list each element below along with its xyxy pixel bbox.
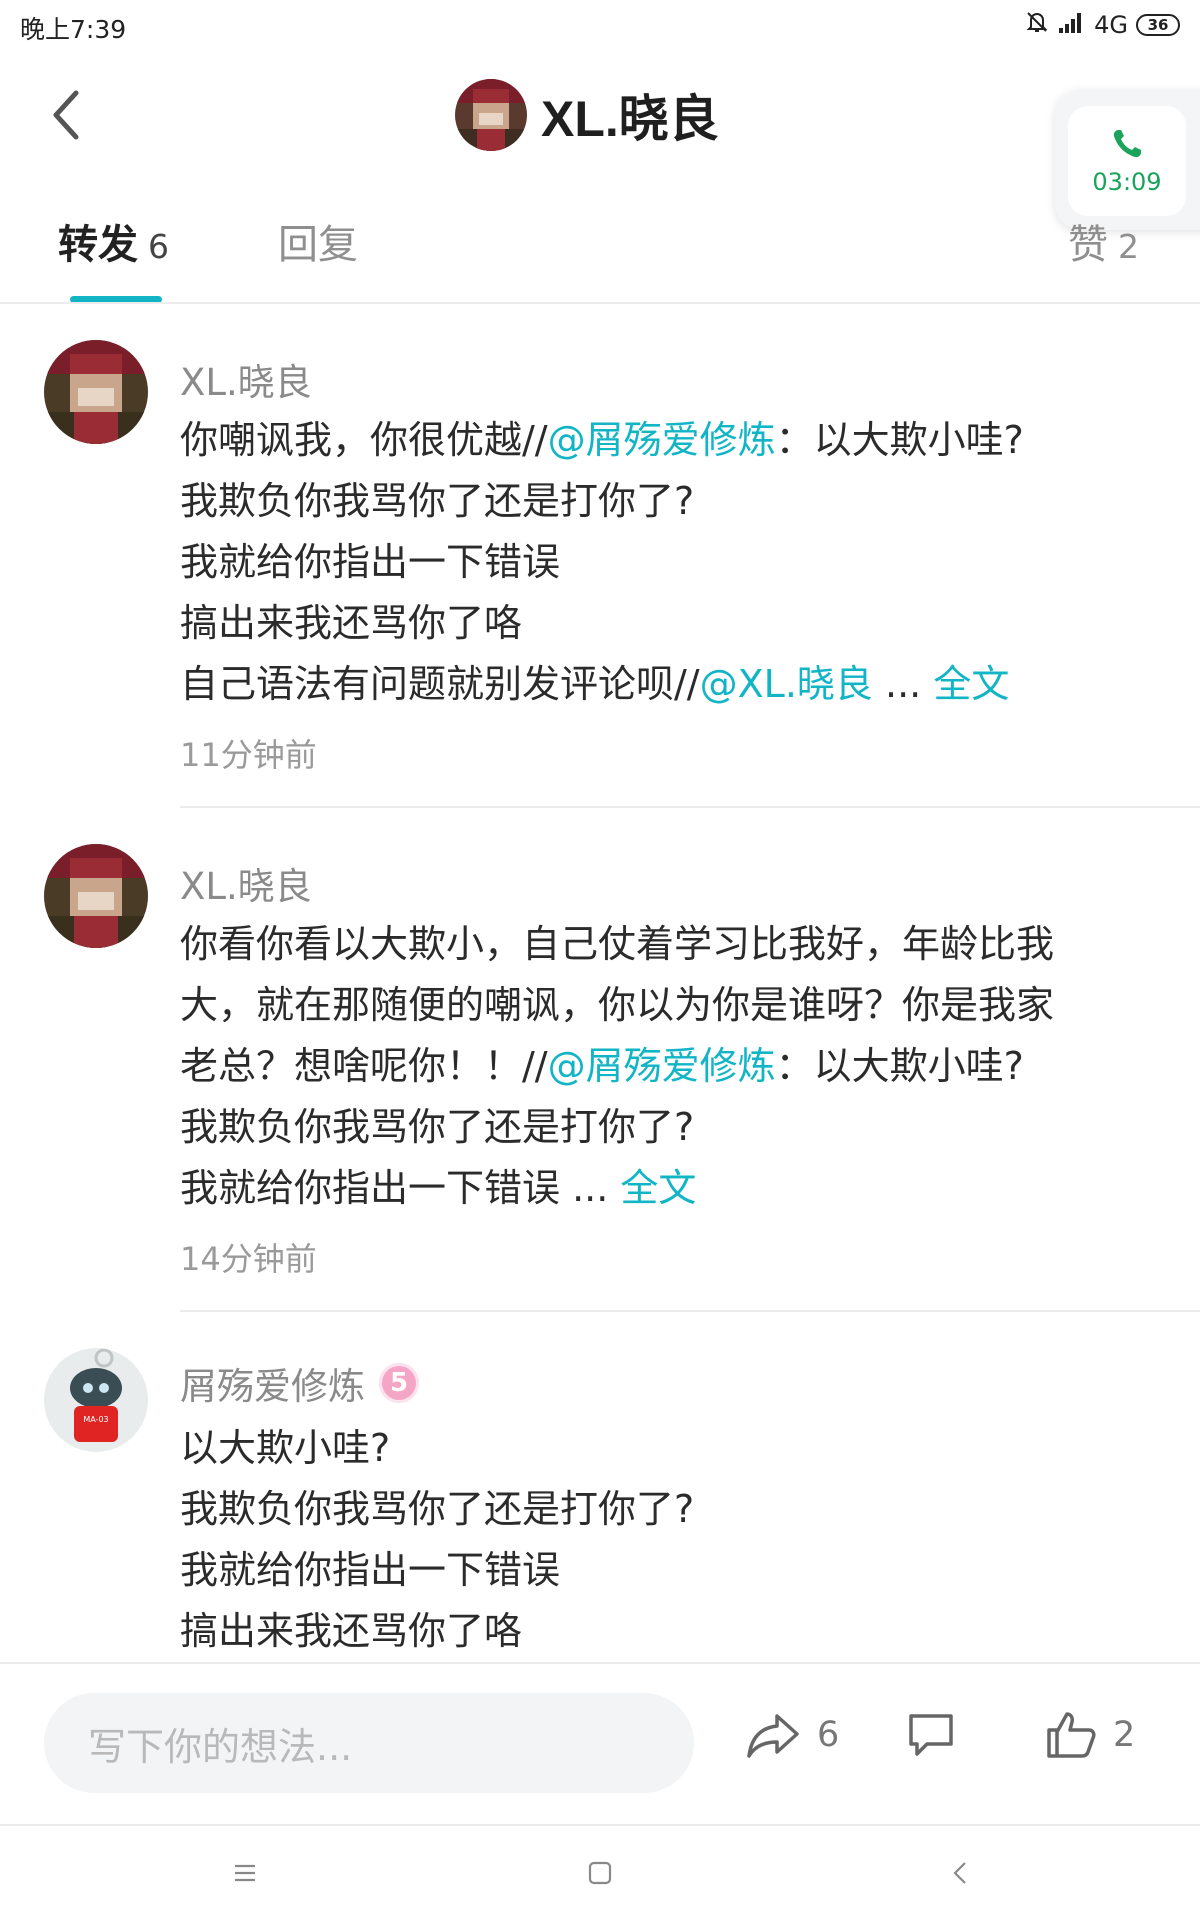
home-button[interactable] [570, 1848, 630, 1898]
comment-text: ：以大欺小哇? [775, 418, 1024, 462]
comment-icon [909, 1714, 953, 1756]
battery-level: 36 [1147, 16, 1169, 34]
comment-line: 搞出来我还骂你了咯 [180, 601, 523, 645]
username-text: 屑殇爱修炼 [180, 1365, 365, 1408]
call-duration: 03:09 [1092, 168, 1162, 196]
comment-text: 你嘲讽我，你很优越// [180, 418, 548, 462]
share-icon [747, 1714, 799, 1758]
status-time: 晚上7:39 [20, 15, 127, 44]
avatar[interactable] [455, 79, 527, 151]
tab-forward-label: 转发 [58, 222, 138, 268]
back-nav-button[interactable] [930, 1848, 990, 1898]
like-button[interactable]: 2 [1045, 1710, 1135, 1760]
mention-link[interactable]: @屑殇爱修炼 [548, 418, 776, 462]
network-type: 4G [1094, 11, 1128, 39]
comment-text: 我就给你指出一下错误 ... [180, 1166, 609, 1210]
comment-line: 我就给你指出一下错误 ... 全文 [180, 1158, 1160, 1219]
chevron-left-icon [53, 90, 79, 140]
comment-username[interactable]: XL.晓良 [180, 856, 312, 910]
avatar-label: MA-03 [83, 1415, 108, 1424]
forward-button[interactable]: 6 [745, 1710, 839, 1760]
tab-forward[interactable]: 转发 6 [58, 212, 169, 270]
comment-line: 大，就在那随便的嘲讽，你以为你是谁呀？你是我家 [180, 983, 1055, 1027]
comment-line: 自己语法有问题就别发评论呗//@XL.晓良 ... 全文 [180, 654, 1160, 715]
tab-reply[interactable]: 回复 [278, 212, 358, 270]
tab-like[interactable]: 赞 2 [1068, 212, 1139, 270]
page-title: XL.晓良 [541, 91, 719, 147]
like-count: 2 [1113, 1715, 1136, 1755]
thumbs-up-icon [1047, 1712, 1096, 1758]
comment-line: 以大欺小哇? [180, 1426, 391, 1470]
comment-text: ：以大欺小哇? [775, 1044, 1024, 1088]
mention-link[interactable]: @XL.晓良 [700, 662, 873, 706]
comment-body: 你嘲讽我，你很优越//@屑殇爱修炼：以大欺小哇? 我欺负你我骂你了还是打你了? … [180, 410, 1160, 715]
comment-line: 你看你看以大欺小，自己仗着学习比我好，年龄比我 [180, 922, 1055, 966]
full-text-link[interactable]: 全文 [933, 662, 1009, 706]
level-badge: 5 [379, 1363, 419, 1403]
list-item[interactable]: XL.晓良 你嘲讽我，你很优越//@屑殇爱修炼：以大欺小哇? 我欺负你我骂你了还… [0, 330, 1200, 810]
comment-input[interactable]: 写下你的想法... [44, 1693, 694, 1793]
avatar[interactable] [44, 844, 148, 948]
comment-body: 以大欺小哇? 我欺负你我骂你了还是打你了? 我就给你指出一下错误 搞出来我还骂你… [180, 1418, 1160, 1662]
menu-button[interactable] [215, 1848, 275, 1898]
forward-count: 6 [817, 1715, 840, 1755]
full-text-link[interactable]: 全文 [620, 1166, 696, 1210]
comment-text: 老总？想啥呢你！！// [180, 1044, 548, 1088]
chevron-left-icon [953, 1862, 966, 1884]
divider [0, 302, 1200, 304]
tab-like-label: 赞 [1068, 222, 1108, 268]
comment-time: 11分钟前 [180, 736, 317, 774]
comment-username[interactable]: XL.晓良 [180, 352, 312, 406]
comment-text: ... [872, 662, 922, 706]
comment-time: 14分钟前 [180, 1240, 317, 1278]
avatar[interactable] [44, 340, 148, 444]
tab-like-count: 2 [1118, 227, 1139, 266]
call-widget-button[interactable]: 03:09 [1068, 106, 1186, 216]
comment-button[interactable] [905, 1710, 957, 1764]
back-button[interactable] [38, 80, 94, 150]
comment-line: 我欺负你我骂你了还是打你了? [180, 479, 695, 523]
comment-line: 你嘲讽我，你很优越//@屑殇爱修炼：以大欺小哇? [180, 410, 1160, 471]
username-text: XL.晓良 [180, 865, 312, 908]
comment-username[interactable]: 屑殇爱修炼 5 [180, 1356, 419, 1410]
mute-icon [1024, 9, 1050, 41]
comment-line: 我欺负你我骂你了还是打你了? [180, 1487, 695, 1531]
signal-icon [1058, 10, 1086, 40]
tab-forward-count: 6 [148, 227, 169, 266]
comment-text: 自己语法有问题就别发评论呗// [180, 662, 700, 706]
phone-icon [1113, 130, 1141, 158]
header-user[interactable]: XL.晓良 [455, 79, 719, 151]
comment-body: 你看你看以大欺小，自己仗着学习比我好，年龄比我 大，就在那随便的嘲讽，你以为你是… [180, 914, 1160, 1219]
divider [180, 1310, 1200, 1312]
menu-icon [235, 1864, 255, 1882]
square-icon [588, 1861, 612, 1885]
username-text: XL.晓良 [180, 361, 312, 404]
status-bar: 晚上7:39 4G 36 [0, 0, 1200, 52]
comment-line: 我就给你指出一下错误 [180, 540, 561, 584]
comment-line: 搞出来我还骂你了咯 [180, 1609, 523, 1653]
divider [180, 806, 1200, 808]
avatar[interactable]: MA-03 [44, 1348, 148, 1452]
mention-link[interactable]: @屑殇爱修炼 [548, 1044, 776, 1088]
list-item[interactable]: XL.晓良 你看你看以大欺小，自己仗着学习比我好，年龄比我 大，就在那随便的嘲讽… [0, 834, 1200, 1314]
comment-line: 我就给你指出一下错误 [180, 1548, 561, 1592]
comment-line: 我欺负你我骂你了还是打你了? [180, 1105, 695, 1149]
list-item[interactable]: MA-03 屑殇爱修炼 5 以大欺小哇? 我欺负你我骂你了还是打你了? 我就给你… [0, 1338, 1200, 1660]
battery-icon: 36 [1136, 14, 1180, 36]
divider [0, 1662, 1200, 1664]
status-icons: 4G 36 [1024, 10, 1180, 40]
comment-line: 老总？想啥呢你！！//@屑殇爱修炼：以大欺小哇? [180, 1036, 1160, 1097]
